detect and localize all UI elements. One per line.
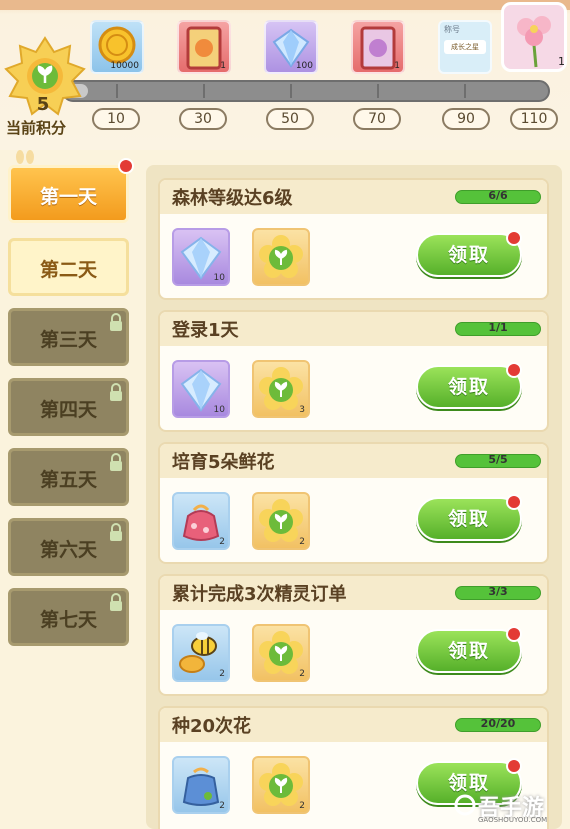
reward-item-score-flower[interactable]: 2 xyxy=(252,492,310,550)
milestone-90: 90 xyxy=(442,108,490,130)
item-qty: 2 xyxy=(299,537,305,547)
task-card: 登录1天 1/1 10 3 领取 xyxy=(158,310,549,432)
progress-divider xyxy=(464,84,466,98)
reward-item-bee-honey[interactable]: 2 xyxy=(172,624,230,682)
notification-dot xyxy=(506,494,522,510)
tab-day-2[interactable]: 第二天 xyxy=(8,238,129,296)
task-progress-bar: 3/3 xyxy=(455,585,541,600)
task-progress-text: 5/5 xyxy=(488,453,508,466)
progress-divider xyxy=(290,84,292,98)
top-border xyxy=(0,0,570,10)
tab-day-3[interactable]: 第三天 xyxy=(8,308,129,366)
lock-icon xyxy=(110,523,122,541)
reward-card-pack-2[interactable]: 1 xyxy=(351,20,405,74)
task-title: 种20次花 xyxy=(172,716,252,737)
lock-icon xyxy=(110,383,122,401)
task-progress-text: 1/1 xyxy=(488,321,508,334)
tab-label: 第六天 xyxy=(39,539,97,561)
lock-icon xyxy=(110,593,122,611)
tab-day-7[interactable]: 第七天 xyxy=(8,588,129,646)
reward-item-diamond[interactable]: 10 xyxy=(172,360,230,418)
task-progress-bar: 5/5 xyxy=(455,453,541,468)
title-card-label-top: 称号 xyxy=(444,25,460,34)
reward-title-card[interactable]: 称号 成长之星 xyxy=(438,20,492,74)
score-progress-bar xyxy=(62,80,550,102)
task-card: 森林等级达6级 6/6 10 领取 xyxy=(158,178,549,300)
task-progress-text: 3/3 xyxy=(488,585,508,598)
task-title: 累计完成3次精灵订单 xyxy=(172,584,347,605)
task-card: 培育5朵鲜花 5/5 2 2 领取 xyxy=(158,442,549,564)
milestone-30: 30 xyxy=(179,108,227,130)
reward-item-score-flower[interactable] xyxy=(252,228,310,286)
score-value: 5 xyxy=(36,94,50,115)
notification-dot xyxy=(118,158,134,174)
task-progress-bar: 6/6 xyxy=(455,189,541,204)
notification-dot xyxy=(506,758,522,774)
progress-divider xyxy=(203,84,205,98)
tab-label: 第二天 xyxy=(39,259,97,281)
task-progress-text: 6/6 xyxy=(488,189,508,202)
watermark-sub: GAOSHOUYOU.COM xyxy=(478,816,548,824)
task-title: 登录1天 xyxy=(172,320,239,341)
tab-label: 第三天 xyxy=(39,329,97,351)
tab-label: 第五天 xyxy=(39,469,97,491)
reward-item-seed-bag[interactable]: 2 xyxy=(172,756,230,814)
notification-dot xyxy=(506,626,522,642)
item-qty: 2 xyxy=(219,537,225,547)
tab-day-5[interactable]: 第五天 xyxy=(8,448,129,506)
score-label: 当前积分 xyxy=(6,119,67,137)
item-qty: 2 xyxy=(299,801,305,811)
item-qty: 2 xyxy=(219,801,225,811)
task-progress-text: 20/20 xyxy=(480,717,516,730)
task-title: 森林等级达6级 xyxy=(172,188,293,209)
reward-qty: 1 xyxy=(220,61,226,71)
milestone-70: 70 xyxy=(353,108,401,130)
reward-flower[interactable]: 1 xyxy=(501,2,567,72)
item-qty: 2 xyxy=(299,669,305,679)
progress-divider xyxy=(377,84,379,98)
lock-icon xyxy=(110,313,122,331)
milestone-10: 10 xyxy=(92,108,140,130)
reward-qty: 100 xyxy=(295,61,313,71)
progress-divider xyxy=(116,84,118,98)
task-progress-bar: 20/20 xyxy=(455,717,541,732)
tab-label: 第四天 xyxy=(39,399,97,421)
notification-dot xyxy=(506,362,522,378)
task-progress-bar: 1/1 xyxy=(455,321,541,336)
reward-qty: 1 xyxy=(394,61,400,71)
reward-item-score-flower[interactable]: 2 xyxy=(252,756,310,814)
reward-card-pack-1[interactable]: 1 xyxy=(177,20,231,74)
lock-icon xyxy=(110,453,122,471)
item-qty: 10 xyxy=(213,273,225,283)
reward-diamond[interactable]: 100 xyxy=(264,20,318,74)
milestone-50: 50 xyxy=(266,108,314,130)
reward-item-gift-bag[interactable]: 2 xyxy=(172,492,230,550)
watermark-logo-icon xyxy=(454,794,476,816)
score-flower-icon xyxy=(259,235,303,278)
watermark: 吾手游 GAOSHOUYOU.COM xyxy=(452,788,568,826)
tab-label: 第一天 xyxy=(39,186,97,208)
tab-day-1[interactable]: 第一天 xyxy=(8,165,129,223)
reward-qty: 1 xyxy=(558,55,565,68)
tab-label: 第七天 xyxy=(39,609,97,631)
task-card: 累计完成3次精灵订单 3/3 2 2 领取 xyxy=(158,574,549,696)
task-title: 培育5朵鲜花 xyxy=(172,452,275,473)
item-qty: 10 xyxy=(213,405,225,415)
bunny-ears-icon xyxy=(16,150,34,164)
notification-dot xyxy=(506,230,522,246)
tab-day-6[interactable]: 第六天 xyxy=(8,518,129,576)
flower-icon xyxy=(517,16,551,68)
tab-day-4[interactable]: 第四天 xyxy=(8,378,129,436)
item-qty: 3 xyxy=(299,405,305,415)
reward-item-diamond[interactable]: 10 xyxy=(172,228,230,286)
title-card-label: 成长之星 xyxy=(444,40,486,54)
reward-track-area: 10000 1 100 1 称号 成长之星 1 10 30 50 70 90 1… xyxy=(0,0,570,150)
reward-qty: 10000 xyxy=(110,61,139,71)
reward-gold-coin[interactable]: 10000 xyxy=(90,20,144,74)
item-qty: 2 xyxy=(219,669,225,679)
reward-item-score-flower[interactable]: 2 xyxy=(252,624,310,682)
reward-item-score-flower[interactable]: 3 xyxy=(252,360,310,418)
milestone-110: 110 xyxy=(510,108,558,130)
